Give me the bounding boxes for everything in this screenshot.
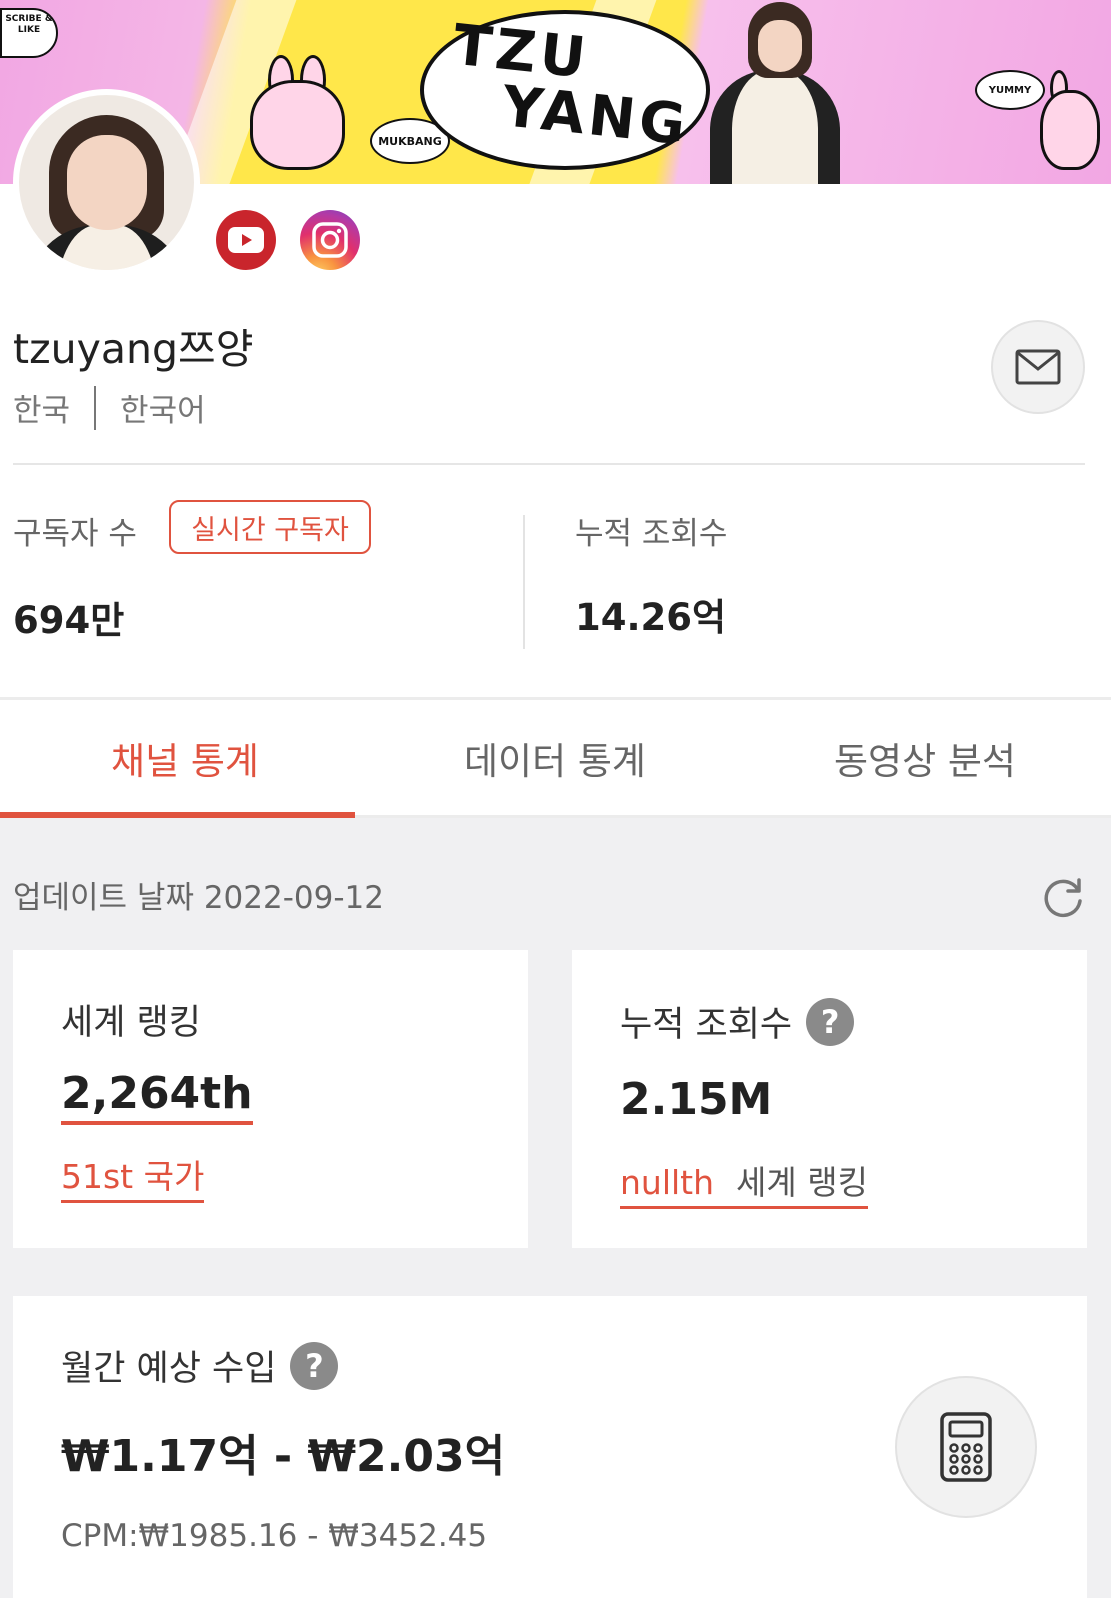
refresh-icon[interactable] — [1040, 874, 1086, 920]
update-date: 업데이트 날짜 2022-09-12 — [13, 880, 384, 916]
subscribers-value: 694만 — [13, 599, 125, 642]
mail-icon — [1015, 349, 1061, 385]
youtube-icon[interactable] — [216, 210, 276, 270]
views-stat: 누적 조회수 — [575, 508, 727, 553]
channel-country: 한국 — [13, 393, 71, 429]
instagram-icon[interactable] — [300, 210, 360, 270]
views-rank-prefix: nullth — [620, 1163, 715, 1202]
channel-meta: 한국 한국어 — [13, 385, 206, 430]
channel-language: 한국어 — [120, 393, 206, 429]
views-value: 14.26억 — [575, 596, 727, 639]
world-rank-value-wrap[interactable]: 2,264th — [61, 1068, 253, 1125]
subscribers-label: 구독자 수 — [13, 516, 137, 552]
views-card-title: 누적 조회수 — [620, 1005, 793, 1045]
world-rank-title: 세계 랭킹 — [61, 1003, 201, 1043]
calculator-icon — [940, 1412, 992, 1482]
views-label: 누적 조회수 — [575, 516, 728, 552]
banner-subscribe-text: SCRIBE & LIKE — [0, 8, 58, 58]
banner-bubble-yummy: YUMMY — [975, 70, 1045, 110]
profile-divider — [13, 463, 1085, 465]
tab-video-analysis[interactable]: 동영상 분석 — [740, 700, 1110, 815]
views-value-wrap: 14.26억 — [575, 587, 726, 641]
banner-person-illustration — [700, 0, 850, 184]
world-rank-value: 2,264th — [61, 1068, 253, 1125]
country-rank-value: 51st 국가 — [61, 1157, 205, 1196]
meta-separator — [94, 385, 97, 430]
country-rank-link[interactable]: 51st 국가 — [61, 1150, 205, 1203]
channel-avatar — [13, 89, 200, 276]
income-cpm: CPM:₩1985.16 - ₩3452.45 — [61, 1518, 488, 1554]
channel-name: tzuyang쯔양 — [13, 325, 254, 373]
subscribers-value-wrap: 694만 — [13, 590, 124, 644]
subscribers-stat: 구독자 수 — [13, 508, 137, 553]
stats-divider — [523, 515, 525, 649]
world-rank-card: 세계 랭킹 2,264th 51st 국가 — [13, 950, 528, 1248]
question-icon[interactable]: ? — [806, 997, 855, 1046]
tab-data-stats[interactable]: 데이터 통계 — [370, 700, 740, 815]
realtime-subscribers-button[interactable]: 실시간 구독자 — [169, 500, 371, 554]
views-card-value: 2.15M — [620, 1074, 773, 1125]
income-card: 월간 예상 수입 ? ₩1.17억 - ₩2.03억 CPM:₩1985.16 … — [13, 1296, 1087, 1598]
bunny-illustration — [1040, 90, 1100, 170]
views-card: 누적 조회수 ? 2.15M nullth 세계 랭킹 — [572, 950, 1087, 1248]
income-title-row: 월간 예상 수입 ? — [61, 1340, 339, 1391]
income-value: ₩1.17억 - ₩2.03억 — [61, 1431, 506, 1482]
calculator-button[interactable] — [895, 1376, 1037, 1518]
question-icon[interactable]: ? — [290, 1341, 339, 1390]
views-rank-suffix: 세계 랭킹 — [736, 1163, 868, 1202]
bunny-illustration — [250, 80, 345, 170]
income-title: 월간 예상 수입 — [61, 1349, 277, 1389]
tab-bar: 채널 통계 데이터 통계 동영상 분석 — [0, 700, 1111, 818]
views-card-title-row: 누적 조회수 ? — [620, 996, 855, 1047]
mail-button[interactable] — [991, 320, 1085, 414]
views-rank-link[interactable]: nullth 세계 랭킹 — [620, 1156, 868, 1209]
tab-channel-stats[interactable]: 채널 통계 — [0, 700, 370, 818]
